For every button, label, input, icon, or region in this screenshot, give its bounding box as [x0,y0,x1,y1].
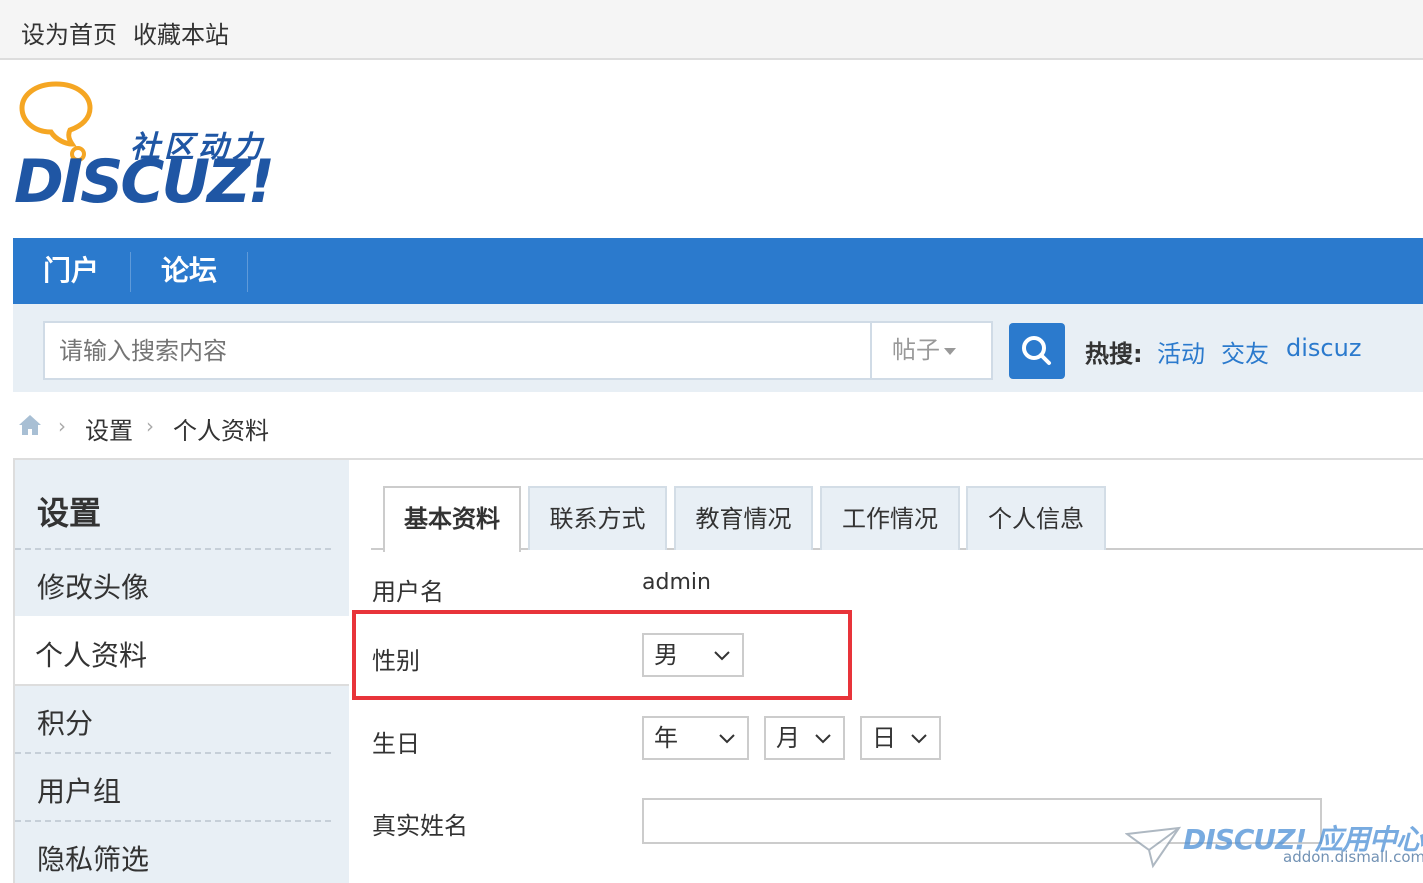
search-type-label: 帖子 [892,336,940,364]
sidebar-item-avatar[interactable]: 修改头像 [37,566,149,606]
search-button[interactable] [1009,323,1065,379]
birthday-month-value: 月 [776,724,800,752]
breadcrumb-item-profile: 个人资料 [173,417,269,445]
nav-item-forum[interactable]: 论坛 [161,238,217,304]
birthday-year-select[interactable]: 年 [642,716,749,760]
username-value: admin [642,570,711,595]
search-input[interactable] [43,321,871,380]
search-type-select[interactable]: 帖子 [870,321,993,380]
chevron-down-icon [911,734,927,744]
caret-down-icon [944,347,956,355]
nav-divider [247,252,248,292]
birthday-day-select[interactable]: 日 [860,716,941,760]
gender-highlight-box [352,610,852,700]
breadcrumb-item-settings[interactable]: 设置 [85,411,133,446]
tab-personal-info[interactable]: 个人信息 [966,486,1106,550]
chevron-down-icon [815,734,831,744]
hot-search-link[interactable]: 活动 [1157,334,1205,369]
divider [15,752,331,754]
sidebar-item-credits[interactable]: 积分 [37,702,93,742]
main-nav: 门户 论坛 [13,238,1423,304]
divider [15,820,331,822]
nav-item-portal[interactable]: 门户 [43,238,99,304]
birthday-day-value: 日 [872,724,896,752]
username-label: 用户名 [372,578,444,606]
hot-search-label: 热搜: [1085,340,1143,368]
sidebar-item-profile[interactable]: 个人资料 [35,634,147,674]
logo-brand: DISCUZ! [14,147,275,217]
search-icon [1022,336,1051,365]
home-icon[interactable] [16,411,44,439]
watermark: DISCUZ! 应用中心 addon.dismall.com [1125,818,1423,878]
profile-tabs: 基本资料 联系方式 教育情况 工作情况 个人信息 [371,486,1423,552]
breadcrumb-separator-icon: › [58,414,66,438]
watermark-url: addon.dismall.com [1283,848,1423,866]
hot-search-link[interactable]: discuz [1286,334,1361,362]
birthday-label: 生日 [372,730,420,758]
breadcrumb-separator-icon: › [146,414,154,438]
nav-divider [130,252,131,292]
sidebar-item-usergroup[interactable]: 用户组 [37,770,121,810]
tab-education[interactable]: 教育情况 [674,486,813,550]
paper-plane-icon [1125,826,1181,869]
tab-contact[interactable]: 联系方式 [528,486,667,550]
realname-label: 真实姓名 [372,812,468,840]
settings-sidebar: 设置 修改头像 个人资料 积分 用户组 隐私筛选 [15,460,349,883]
bookmark-site-link[interactable]: 收藏本站 [133,15,229,50]
set-homepage-link[interactable]: 设为首页 [21,15,117,50]
search-bar: 帖子 热搜: 活动 交友 discuz [13,304,1423,392]
birthday-month-select[interactable]: 月 [764,716,845,760]
divider [15,548,331,550]
sidebar-title: 设置 [37,494,102,532]
tab-basic-info[interactable]: 基本资料 [383,486,521,552]
birthday-year-value: 年 [654,724,678,752]
top-bar: 设为首页 收藏本站 [0,0,1423,60]
sidebar-item-privacy[interactable]: 隐私筛选 [37,838,149,878]
tab-work[interactable]: 工作情况 [820,486,960,550]
chevron-down-icon [719,734,735,744]
hot-search-link[interactable]: 交友 [1221,334,1269,369]
